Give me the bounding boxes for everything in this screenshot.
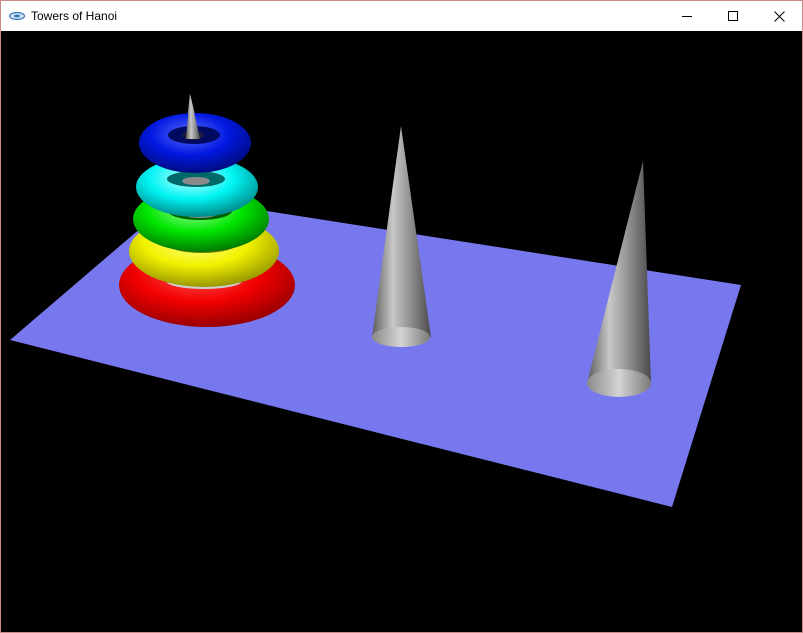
app-window: Towers of Hanoi xyxy=(0,0,803,633)
app-icon[interactable] xyxy=(8,9,26,23)
minimize-button[interactable] xyxy=(664,1,710,31)
window-title: Towers of Hanoi xyxy=(31,9,118,23)
close-icon xyxy=(773,10,785,22)
minimize-icon xyxy=(682,16,692,17)
maximize-icon xyxy=(728,11,738,21)
maximize-button[interactable] xyxy=(710,1,756,31)
title-bar[interactable]: Towers of Hanoi xyxy=(1,1,802,31)
disk-blue[interactable] xyxy=(139,94,251,173)
gl-viewport[interactable] xyxy=(1,31,802,632)
close-button[interactable] xyxy=(756,1,802,31)
